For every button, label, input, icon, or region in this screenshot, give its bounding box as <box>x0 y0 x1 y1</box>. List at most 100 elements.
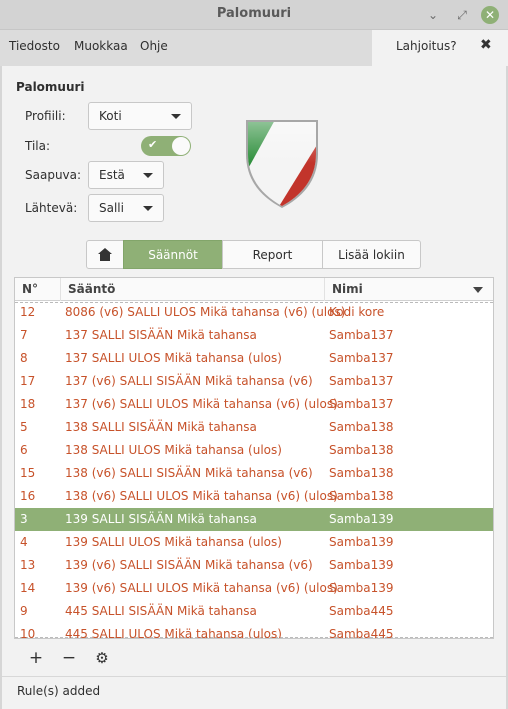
table-row[interactable]: 4 139 SALLI ULOS Mikä tahansa (ulos) Samba… <box>15 531 493 554</box>
row-name: Samba138 <box>329 466 394 480</box>
minimize-icon[interactable]: ⌄ <box>424 6 442 24</box>
outgoing-combo[interactable]: Salli <box>88 194 164 222</box>
table-row[interactable]: 6 138 SALLI ULOS Mikä tahansa (ulos) Samba… <box>15 439 493 462</box>
donate-link[interactable]: Lahjoitus? <box>396 39 457 53</box>
table-row[interactable]: 13 139 (v6) SALLI SISÄÄN Mikä tahansa (v6… <box>15 554 493 577</box>
table-row[interactable]: 10 445 SALLI ULOS Mikä tahansa (ulos) Samb… <box>15 623 493 638</box>
chevron-down-icon <box>171 114 181 119</box>
section-title: Palomuuri <box>16 80 85 94</box>
close-donate-icon[interactable]: ✖ <box>480 37 492 53</box>
table-row[interactable]: 3 139 SALLI SISÄÄN Mikä tahansa Samba139 <box>15 508 493 531</box>
row-rule: 445 SALLI SISÄÄN Mikä tahansa <box>65 604 257 618</box>
row-number: 4 <box>20 535 28 549</box>
tab-log[interactable]: Lisää lokiin <box>322 240 421 269</box>
row-number: 8 <box>20 351 28 365</box>
row-name: Samba137 <box>329 328 394 342</box>
row-number: 6 <box>20 443 28 457</box>
title-bar: Palomuuri ⌄ ⤢ ✕ <box>0 0 508 30</box>
add-rule-button[interactable]: + <box>26 648 46 668</box>
rules-table: N° Sääntö Nimi 12 8086 (v6) SALLI ULOS Mi… <box>14 277 494 639</box>
column-name[interactable]: Nimi <box>325 278 493 301</box>
table-row[interactable]: 5 138 SALLI SISÄÄN Mikä tahansa Samba138 <box>15 416 493 439</box>
tab-report[interactable]: Report <box>222 240 323 269</box>
row-name: Samba137 <box>329 374 394 388</box>
menu-file[interactable]: Tiedosto <box>9 39 60 53</box>
row-rule: 139 (v6) SALLI ULOS Mikä tahansa (v6) (u… <box>65 581 338 595</box>
row-rule: 8086 (v6) SALLI ULOS Mikä tahansa (v6) (… <box>65 305 346 319</box>
row-name: Samba139 <box>329 581 394 595</box>
table-row[interactable]: 18 137 (v6) SALLI ULOS Mikä tahansa (v6) … <box>15 393 493 416</box>
row-number: 17 <box>20 374 36 388</box>
menu-help[interactable]: Ohje <box>140 39 168 53</box>
row-number: 13 <box>20 558 36 572</box>
incoming-label: Saapuva: <box>25 168 82 182</box>
outgoing-value: Salli <box>99 201 124 215</box>
row-name: Samba138 <box>329 443 394 457</box>
row-rule: 138 (v6) SALLI SISÄÄN Mikä tahansa (v6) <box>65 466 313 480</box>
column-num[interactable]: N° <box>15 278 61 301</box>
row-name: Samba445 <box>329 604 394 618</box>
table-row[interactable]: 9 445 SALLI SISÄÄN Mikä tahansa Samba445 <box>15 600 493 623</box>
profile-value: Koti <box>99 109 122 123</box>
status-bar-text: Rule(s) added <box>17 684 101 698</box>
donate-bar: Lahjoitus? ✖ <box>372 30 508 66</box>
row-name: Samba138 <box>329 489 394 503</box>
row-number: 18 <box>20 397 36 411</box>
column-name-label: Nimi <box>332 282 363 296</box>
table-header: N° Sääntö Nimi <box>15 278 493 301</box>
row-name: Samba139 <box>329 558 394 572</box>
profile-combo[interactable]: Koti <box>88 102 192 130</box>
table-row[interactable]: 7 137 SALLI SISÄÄN Mikä tahansa Samba137 <box>15 324 493 347</box>
row-number: 3 <box>20 512 28 526</box>
row-number: 12 <box>20 305 36 319</box>
row-rule: 138 SALLI SISÄÄN Mikä tahansa <box>65 420 257 434</box>
state-toggle[interactable]: ✔ <box>141 136 191 156</box>
row-number: 14 <box>20 581 36 595</box>
view-tabs: Säännöt Report Lisää lokiin <box>86 240 421 269</box>
tab-rules[interactable]: Säännöt <box>123 240 223 269</box>
close-window-icon[interactable]: ✕ <box>481 6 499 24</box>
row-number: 5 <box>20 420 28 434</box>
profile-label: Profiili: <box>25 109 66 123</box>
row-rule: 137 (v6) SALLI SISÄÄN Mikä tahansa (v6) <box>65 374 313 388</box>
row-rule: 139 (v6) SALLI SISÄÄN Mikä tahansa (v6) <box>65 558 313 572</box>
incoming-combo[interactable]: Estä <box>88 161 164 189</box>
tab-home[interactable] <box>86 240 124 269</box>
row-name: Samba139 <box>329 512 394 526</box>
row-rule: 138 (v6) SALLI ULOS Mikä tahansa (v6) (u… <box>65 489 338 503</box>
table-row[interactable]: 12 8086 (v6) SALLI ULOS Mikä tahansa (v6)… <box>15 302 493 324</box>
row-number: 15 <box>20 466 36 480</box>
remove-rule-button[interactable]: − <box>59 648 79 668</box>
table-row[interactable]: 16 138 (v6) SALLI ULOS Mikä tahansa (v6) … <box>15 485 493 508</box>
row-rule: 445 SALLI ULOS Mikä tahansa (ulos) <box>65 627 282 638</box>
divider <box>2 676 506 677</box>
table-row[interactable]: 14 139 (v6) SALLI ULOS Mikä tahansa (v6) … <box>15 577 493 600</box>
table-row[interactable]: 15 138 (v6) SALLI SISÄÄN Mikä tahansa (v6… <box>15 462 493 485</box>
home-icon <box>98 248 112 261</box>
column-rule[interactable]: Sääntö <box>61 278 325 301</box>
row-rule: 138 SALLI ULOS Mikä tahansa (ulos) <box>65 443 282 457</box>
maximize-icon[interactable]: ⤢ <box>453 6 471 24</box>
row-name: Samba137 <box>329 397 394 411</box>
check-icon: ✔ <box>148 138 158 151</box>
toggle-knob <box>172 137 190 155</box>
menu-bar: Tiedosto Muokkaa Ohje <box>0 30 372 66</box>
sort-down-icon <box>473 287 483 293</box>
row-name: Samba138 <box>329 420 394 434</box>
row-rule: 139 SALLI SISÄÄN Mikä tahansa <box>65 512 257 526</box>
table-row[interactable]: 8 137 SALLI ULOS Mikä tahansa (ulos) Samba… <box>15 347 493 370</box>
row-rule: 137 (v6) SALLI ULOS Mikä tahansa (v6) (u… <box>65 397 338 411</box>
shield-icon <box>246 120 318 208</box>
menu-edit[interactable]: Muokkaa <box>74 39 128 53</box>
row-rule: 137 SALLI SISÄÄN Mikä tahansa <box>65 328 257 342</box>
settings-button[interactable]: ⚙ <box>92 648 112 668</box>
row-number: 7 <box>20 328 28 342</box>
gear-icon: ⚙ <box>95 649 109 667</box>
row-name: Kodi kore <box>329 305 385 319</box>
table-row[interactable]: 17 137 (v6) SALLI SISÄÄN Mikä tahansa (v6… <box>15 370 493 393</box>
row-name: Samba445 <box>329 627 394 638</box>
row-number: 10 <box>20 627 36 638</box>
rules-toolbar: + − ⚙ <box>14 640 494 674</box>
state-label: Tila: <box>25 139 51 153</box>
row-name: Samba137 <box>329 351 394 365</box>
